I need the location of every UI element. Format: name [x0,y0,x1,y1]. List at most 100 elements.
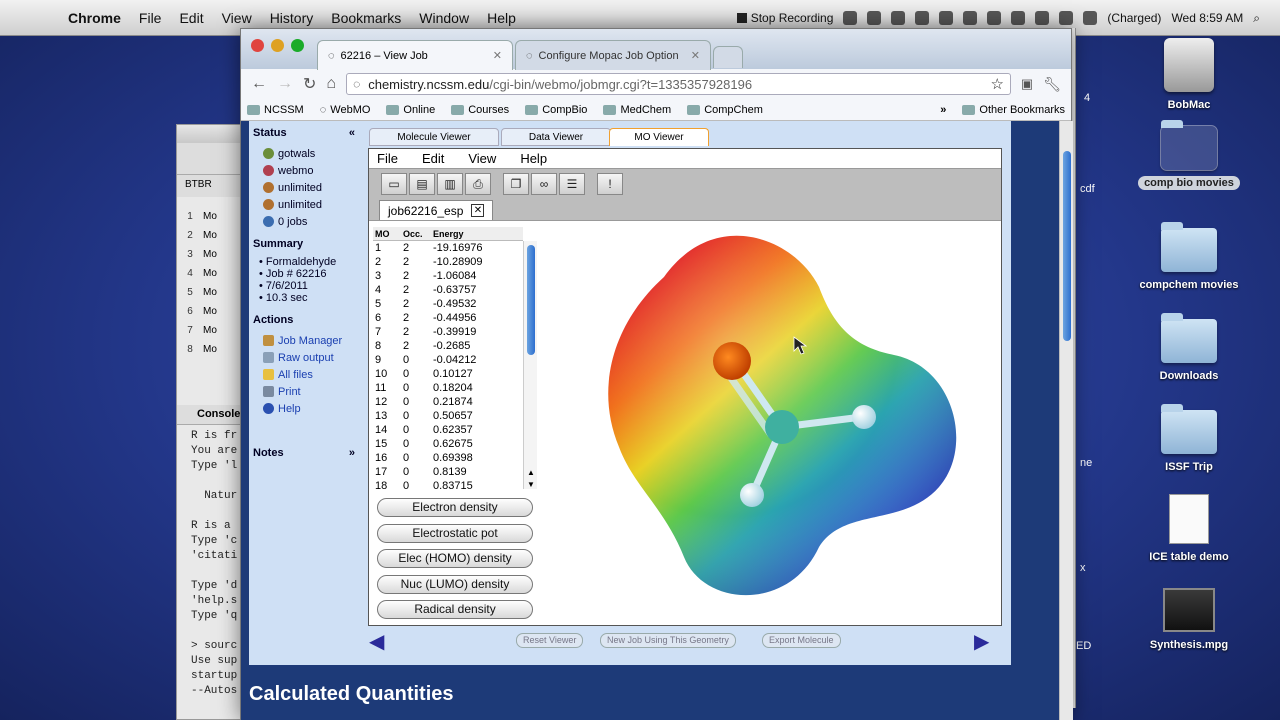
scroll-down-icon[interactable]: ▼ [527,480,535,489]
evernote-icon[interactable] [867,11,882,25]
binoculars-icon[interactable]: ∞ [531,173,557,195]
close-window-button[interactable] [251,39,264,52]
mo-column-header[interactable]: MO [373,229,401,239]
density-button[interactable]: Electron density [377,498,533,517]
new-job-geometry-button[interactable]: New Job Using This Geometry [600,633,736,648]
density-button[interactable]: Radical density [377,600,533,619]
tab-molecule-viewer[interactable]: Molecule Viewer [369,128,499,146]
menu-file[interactable]: File [139,10,162,26]
menu-edit[interactable]: Edit [179,10,203,26]
mo-table-row[interactable]: 12 0 0.21874 [373,395,523,409]
reload-icon[interactable]: ↻ [303,74,316,94]
bookmarks-overflow-button[interactable]: » [940,104,946,116]
menu-window[interactable]: Window [419,10,469,26]
mo-table-row[interactable]: 14 0 0.62357 [373,423,523,437]
wifi-icon[interactable] [1059,11,1074,25]
desktop-icon-synthesis-mpg[interactable]: Synthesis.mpg [1124,588,1254,652]
other-bookmarks[interactable]: Other Bookmarks [962,104,1065,116]
clock[interactable]: Wed 8:59 AM [1171,11,1243,25]
applet-menu-edit[interactable]: Edit [422,151,444,166]
spotlight-icon[interactable]: ⌕ [1253,11,1260,26]
scrollbar-thumb[interactable] [1063,151,1071,341]
wrench-menu-icon[interactable]: 🔧︎ [1043,76,1061,93]
mo-table-row[interactable]: 16 0 0.69398 [373,451,523,465]
menu-history[interactable]: History [270,10,314,26]
volume-icon[interactable] [1083,11,1098,25]
mo-table-row[interactable]: 13 0 0.50657 [373,409,523,423]
density-button[interactable]: Elec (HOMO) density [377,549,533,568]
bookmark-online[interactable]: Online [386,104,435,116]
bookmark-webmo[interactable]: ◌ WebMO [320,104,371,116]
app-name-menu[interactable]: Chrome [68,10,121,26]
zoom-window-button[interactable] [291,39,304,52]
bookmark-compbio[interactable]: CompBio [525,104,587,116]
collapse-sidebar-button[interactable]: « [349,127,355,139]
save-as-icon[interactable]: ▥ [437,173,463,195]
time-machine-icon[interactable] [1035,11,1050,25]
applet-menu-file[interactable]: File [377,151,398,166]
menu-bookmarks[interactable]: Bookmarks [331,10,401,26]
mo-table-row[interactable]: 9 0 -0.04212 [373,353,523,367]
tab-close-icon[interactable]: ✕ [493,49,502,62]
mo-table-row[interactable]: 8 2 -0.2685 [373,339,523,353]
battery-status[interactable]: (Charged) [1107,11,1161,25]
minimize-window-button[interactable] [271,39,284,52]
mo-table-row[interactable]: 2 2 -10.28909 [373,255,523,269]
action-all-files[interactable]: All files [253,366,355,383]
mo-table-row[interactable]: 18 0 0.83715 [373,479,523,489]
action-job-manager[interactable]: Job Manager [253,332,355,349]
tab-mo-viewer[interactable]: MO Viewer [609,128,709,146]
bookmark-medchem[interactable]: MedChem [603,104,671,116]
export-molecule-button[interactable]: Export Molecule [762,633,841,648]
bookmark-ncssm[interactable]: NCSSM [247,104,304,116]
tab-configure-mopac[interactable]: ◌ Configure Mopac Job Option ✕ [515,40,711,70]
mo-table-row[interactable]: 1 2 -19.16976 [373,241,523,255]
desktop-icon-ice-table-demo[interactable]: ICE table demo [1124,494,1254,564]
mo-table-row[interactable]: 6 2 -0.44956 [373,311,523,325]
close-tab-icon[interactable]: ✕ [471,204,485,217]
expand-notes-button[interactable]: » [349,447,355,459]
density-button[interactable]: Nuc (LUMO) density [377,574,533,594]
print-icon[interactable]: ⎙ [465,173,491,195]
page-scrollbar[interactable] [1059,121,1073,720]
mo-table-row[interactable]: 4 2 -0.63757 [373,283,523,297]
copy-icon[interactable]: ❐ [503,173,529,195]
energy-column-header[interactable]: Energy [431,229,511,239]
occ-column-header[interactable]: Occ. [401,229,431,239]
applet-menu-help[interactable]: Help [520,151,547,166]
address-bar[interactable]: ◌ chemistry.ncssm.edu/cgi-bin/webmo/jobm… [346,73,1011,95]
bookmark-courses[interactable]: Courses [451,104,509,116]
tab-close-icon[interactable]: ✕ [691,49,700,62]
display-icon[interactable] [987,11,1002,25]
density-button[interactable]: Electrostatic pot [377,523,533,543]
desktop-icon-issf-trip[interactable]: ISSF Trip [1124,404,1254,474]
mo-table-row[interactable]: 5 2 -0.49532 [373,297,523,311]
molecule-3d-viewer[interactable] [544,227,999,622]
desktop-icon-downloads[interactable]: Downloads [1124,313,1254,383]
bookmark-compchem[interactable]: CompChem [687,104,763,116]
gear-icon[interactable] [915,11,930,25]
scroll-up-icon[interactable]: ▲ [527,468,535,477]
desktop-icon-comp-bio-movies[interactable]: comp bio movies [1124,120,1254,190]
mo-table-row[interactable]: 3 2 -1.06084 [373,269,523,283]
tab-view-job[interactable]: ◌ 62216 – View Job ✕ [317,40,513,70]
sync-icon[interactable] [843,11,858,25]
desktop-icon-bobmac[interactable]: BobMac [1124,38,1254,112]
action-raw-output[interactable]: Raw output [253,349,355,366]
bookmark-star-icon[interactable]: ☆ [990,75,1003,93]
keyboard-icon[interactable] [1011,11,1026,25]
extension-icon[interactable]: ▣ [1021,76,1033,92]
action-help[interactable]: Help [253,400,355,417]
mo-table-row[interactable]: 17 0 0.8139 [373,465,523,479]
bluetooth-icon[interactable] [963,11,978,25]
tab-data-viewer[interactable]: Data Viewer [501,128,611,146]
mo-table-row[interactable]: 10 0 0.10127 [373,367,523,381]
previous-arrow-icon[interactable]: ◀ [369,629,384,654]
mo-table-row[interactable]: 11 0 0.18204 [373,381,523,395]
checklist-icon[interactable]: ☰ [559,173,585,195]
forward-arrow-icon[interactable]: → [277,75,293,93]
mo-table-row[interactable]: 7 2 -0.39919 [373,325,523,339]
save-icon[interactable]: ▤ [409,173,435,195]
next-arrow-icon[interactable]: ▶ [974,629,989,654]
info-bubble-icon[interactable]: ! [597,173,623,195]
